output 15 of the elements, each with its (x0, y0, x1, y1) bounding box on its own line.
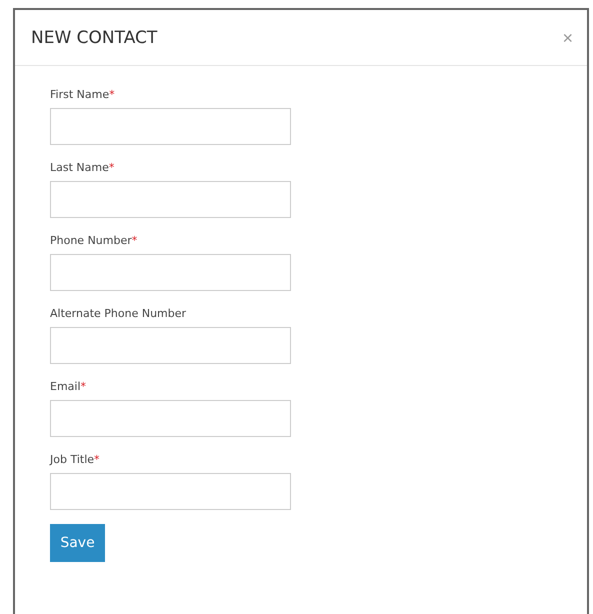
field-label: Email* (50, 380, 86, 394)
field-label: Job Title* (50, 453, 100, 467)
field-label: First Name* (50, 88, 115, 102)
input-field[interactable] (50, 473, 291, 510)
input-field[interactable] (50, 108, 291, 145)
dialog-title: NEW CONTACT (31, 28, 158, 48)
input-field[interactable] (50, 181, 291, 218)
input-field[interactable] (50, 254, 291, 291)
save-button[interactable]: Save (50, 524, 105, 562)
input-field[interactable] (50, 327, 291, 364)
field-label: Phone Number* (50, 234, 138, 248)
input-field[interactable] (50, 400, 291, 437)
field-label: Alternate Phone Number (50, 307, 186, 321)
field-label: Last Name* (50, 161, 114, 175)
close-button[interactable]: × (562, 28, 573, 46)
